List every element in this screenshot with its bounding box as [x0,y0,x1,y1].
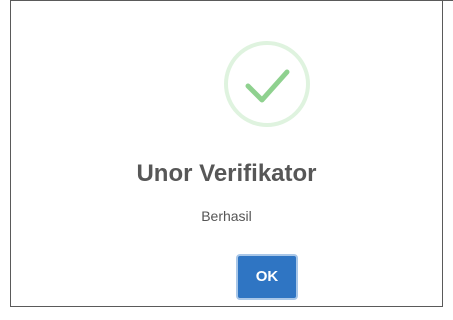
ok-button[interactable]: OK [236,254,298,300]
dialog-title: Unor Verifikator [136,160,317,187]
checkmark-circle-icon [223,40,311,128]
dialog-message: Berhasil [201,208,252,224]
